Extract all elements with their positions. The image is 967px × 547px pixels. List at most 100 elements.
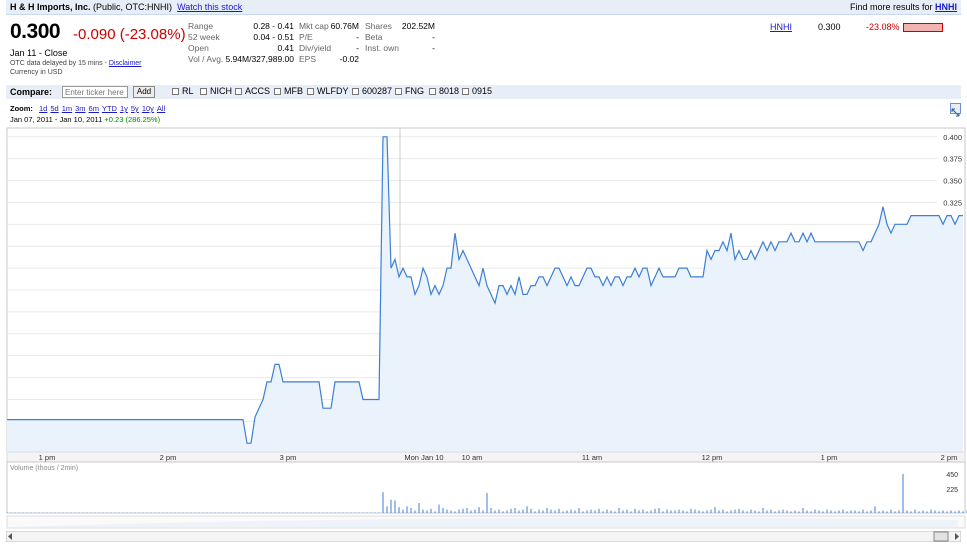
price-line [7,136,963,444]
mini-quote-change: -23.08% [866,22,900,32]
chart-scrollbar[interactable] [5,529,962,543]
overview-strip [6,515,966,529]
currency-note: Currency in USD [10,69,63,76]
compare-checkbox-wlfdy[interactable]: WLFDY [307,86,349,96]
stat-value: -0.02 [339,54,359,64]
y-tick-label: 0.200 [943,308,962,317]
volume-tick-label: 450 [946,472,958,479]
mini-quote-ticker[interactable]: HNHI [770,22,792,32]
zoom-1y[interactable]: 1y [120,104,128,113]
compare-checkbox-rl[interactable]: RL [172,86,194,96]
compare-checkbox-accs[interactable]: ACCS [235,86,270,96]
y-tick-label: 0.300 [943,220,962,229]
scroll-thumb [933,531,949,542]
y-tick-label: 0.175 [943,330,962,339]
y-tick-label: 0.125 [943,374,962,383]
x-axis-band [6,451,966,463]
date-range: Jan 07, 2011 - Jan 10, 2011 +0.23 (286.2… [10,115,161,124]
watch-stock-link[interactable]: Watch this stock [177,2,242,12]
zoom-3m[interactable]: 3m [75,104,85,113]
range-to: Jan 10, 2011 [59,115,103,124]
compare-checkbox-600287[interactable]: 600287 [352,86,392,96]
find-more-label: Find more results for [849,2,933,12]
stat-value: - [432,43,435,53]
add-compare-button[interactable]: Add [133,86,155,98]
expand-chart-icon[interactable] [950,103,961,117]
stat-value: - [356,43,359,53]
zoom-5y[interactable]: 5y [131,104,139,113]
y-tick-label: 0.150 [943,352,962,361]
price-area [7,136,963,453]
compare-checkbox-8018[interactable]: 8018 [429,86,459,96]
overview-area [7,517,958,527]
volume-tick-label: 225 [946,487,958,494]
stat-label: 52 week [188,32,220,42]
stat-label: Open [188,43,209,53]
compare-bar: Compare: Add RL NICHACCS MFB WLFDY600287FNG… [6,85,961,99]
plot-area [6,127,966,453]
x-tick-label: 11 am [582,453,602,462]
x-tick-label: 1 pm [821,453,838,462]
x-tick-label: Mon Jan 10 [404,453,443,462]
mini-change-bar [903,23,943,32]
disclaimer-link[interactable]: Disclaimer [109,60,142,67]
y-tick-label: 0.325 [943,198,962,207]
y-tick-label: 0.400 [943,133,962,142]
zoom-label: Zoom: [10,104,33,113]
stat-value: 60.76M [330,21,359,31]
stat-label: P/E [299,32,313,42]
y-tick-label: 0.375 [943,155,962,164]
delay-note: OTC data delayed by 15 mins - [10,60,107,67]
stat-value: 5.94M/327,989.00 [225,54,294,64]
stat-label: Vol / Avg. [188,54,224,64]
zoom-10y[interactable]: 10y [142,104,154,113]
zoom-bar: Zoom: 1d 5d 1m 3m 6m YTD 1y 5y 10y All [10,104,168,113]
volume-area [6,461,966,514]
last-price: 0.300 [10,20,61,43]
range-change: +0.23 (286.25%) [104,115,161,124]
zoom-1m[interactable]: 1m [62,104,72,113]
company-name: H & H Imports, Inc. [10,2,91,12]
zoom-5d[interactable]: 5d [50,104,58,113]
stat-value: - [432,32,435,42]
y-tick-label: 0.225 [943,286,962,295]
compare-ticker-input[interactable] [62,86,128,98]
compare-checkbox-fng[interactable]: FNG [395,86,424,96]
price-change: -0.090 (-23.08%) [73,26,186,43]
stat-label: Inst. own [365,43,400,53]
stat-label: Shares [365,21,392,31]
x-tick-label: 2 pm [160,453,177,462]
y-tick-label: 0.250 [943,264,962,273]
stat-label: Mkt cap [299,21,329,31]
stat-value: 0.28 - 0.41 [253,21,294,31]
zoom-1d[interactable]: 1d [39,104,47,113]
zoom-ytd[interactable]: YTD [102,104,117,113]
y-tick-label: 0.100 [943,395,962,404]
zoom-all[interactable]: All [157,104,165,113]
stat-value: 202.52M [401,21,435,31]
x-tick-label: 2 pm [941,453,958,462]
y-tick-label: 0.075 [943,417,962,426]
exchange-label: (Public, OTC:HNHI) [93,2,173,12]
compare-checkbox-mfb[interactable]: MFB [274,86,303,96]
find-more-ticker-link[interactable]: HNHI [935,2,957,12]
stat-value: 0.41 [277,43,294,53]
y-tick-label: 0.350 [943,177,962,186]
y-tick-label: 0.050 [943,439,962,448]
volume-label: Volume (thous / 2min) [10,465,78,472]
x-tick-label: 3 pm [280,453,297,462]
stat-label: Range [188,21,214,31]
stat-label: Beta [365,32,383,42]
stat-label: Div/yield [299,43,332,53]
range-from: Jan 07, 2011 [10,115,53,124]
x-tick-label: 1 pm [39,453,56,462]
compare-checkbox-0915[interactable]: 0915 [462,86,492,96]
zoom-6m[interactable]: 6m [89,104,99,113]
compare-checkbox-nich[interactable]: NICH [200,86,232,96]
x-tick-label: 12 pm [702,453,723,462]
quote-date: Jan 11 - Close [10,48,68,58]
x-tick-label: 10 am [462,453,483,462]
stat-label: EPS [299,54,317,64]
stat-value: 0.04 - 0.51 [253,32,294,42]
title-bar: H & H Imports, Inc. (Public, OTC:HNHI) W… [6,0,961,15]
